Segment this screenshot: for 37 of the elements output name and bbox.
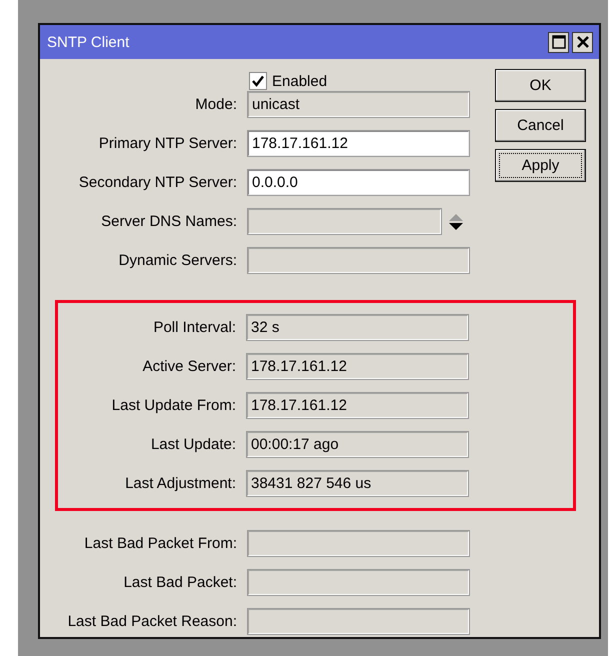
close-icon <box>576 35 590 49</box>
field-label: Last Adjustment: <box>124 475 236 492</box>
input-field[interactable]: 32 s <box>246 314 469 341</box>
window-title: SNTP Client <box>47 34 130 50</box>
field-label: Last Bad Packet Reason: <box>66 613 237 630</box>
field-label: Active Server: <box>142 358 236 375</box>
input-field[interactable] <box>247 247 470 274</box>
field-label: Poll Interval: <box>152 319 236 336</box>
dialog-button[interactable]: OK <box>495 69 586 102</box>
input-field[interactable] <box>247 608 470 635</box>
field-label: Last Bad Packet: <box>122 574 237 591</box>
input-field[interactable]: 178.17.161.12 <box>247 130 470 157</box>
input-field[interactable] <box>247 208 442 235</box>
field-label: Server DNS Names: <box>100 213 237 230</box>
input-field[interactable] <box>247 530 470 557</box>
field-label: Primary NTP Server: <box>98 135 237 152</box>
checkmark-icon <box>251 74 265 88</box>
close-button[interactable] <box>572 32 593 52</box>
input-field[interactable]: unicast <box>247 91 470 118</box>
checkbox-label: Enabled <box>272 72 328 90</box>
field-label: Last Bad Packet From: <box>83 535 237 552</box>
maximize-icon <box>552 35 566 49</box>
input-field[interactable]: 38431 827 546 us <box>246 470 469 497</box>
input-field[interactable]: 00:00:17 ago <box>246 431 469 458</box>
field-label: Last Update: <box>150 436 236 453</box>
input-field[interactable]: 178.17.161.12 <box>246 353 469 380</box>
dialog-button[interactable]: Cancel <box>495 109 586 142</box>
input-field[interactable]: 178.17.161.12 <box>246 392 469 419</box>
input-field[interactable] <box>247 569 470 596</box>
field-label: Dynamic Servers: <box>118 252 237 269</box>
input-field[interactable]: 0.0.0.0 <box>247 169 470 196</box>
field-label: Secondary NTP Server: <box>78 174 237 191</box>
maximize-button[interactable] <box>548 32 569 52</box>
field-label: Mode: <box>194 96 237 113</box>
enabled-checkbox[interactable] <box>249 72 267 90</box>
dialog-button[interactable]: Apply <box>495 149 586 182</box>
field-label: Last Update From: <box>110 397 236 414</box>
